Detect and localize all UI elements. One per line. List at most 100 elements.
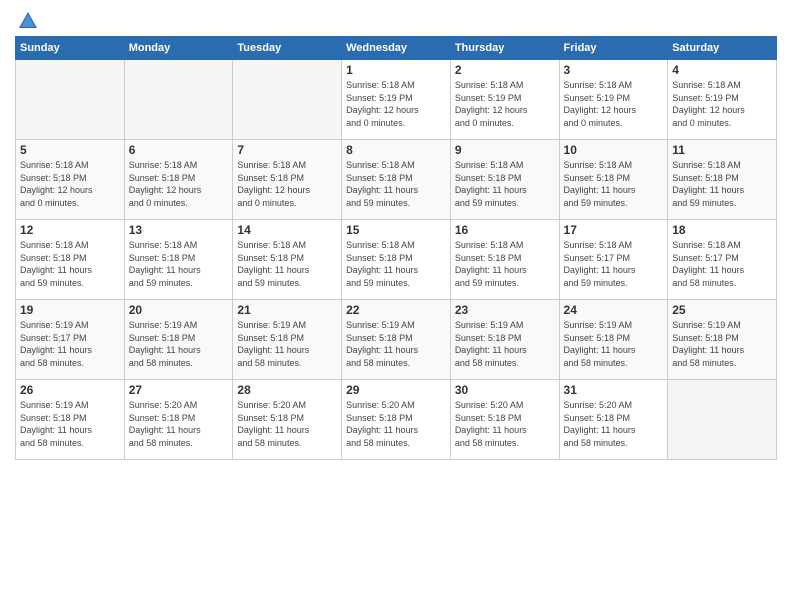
weekday-header: Saturday	[668, 37, 777, 60]
calendar-cell: 2 Sunrise: 5:18 AM Sunset: 5:19 PM Daylig…	[450, 60, 559, 140]
calendar-cell: 13 Sunrise: 5:18 AM Sunset: 5:18 PM Dayli…	[124, 220, 233, 300]
calendar-cell: 24 Sunrise: 5:19 AM Sunset: 5:18 PM Dayli…	[559, 300, 668, 380]
calendar-cell: 23 Sunrise: 5:19 AM Sunset: 5:18 PM Dayli…	[450, 300, 559, 380]
day-number: 28	[237, 383, 337, 397]
day-number: 1	[346, 63, 446, 77]
day-info: Sunrise: 5:18 AM Sunset: 5:19 PM Dayligh…	[672, 79, 772, 129]
calendar-cell: 4 Sunrise: 5:18 AM Sunset: 5:19 PM Daylig…	[668, 60, 777, 140]
calendar-cell: 14 Sunrise: 5:18 AM Sunset: 5:18 PM Dayli…	[233, 220, 342, 300]
day-number: 23	[455, 303, 555, 317]
logo-icon	[17, 10, 39, 32]
day-info: Sunrise: 5:19 AM Sunset: 5:18 PM Dayligh…	[346, 319, 446, 369]
day-info: Sunrise: 5:20 AM Sunset: 5:18 PM Dayligh…	[455, 399, 555, 449]
calendar-cell: 15 Sunrise: 5:18 AM Sunset: 5:18 PM Dayli…	[342, 220, 451, 300]
day-number: 20	[129, 303, 229, 317]
calendar-week-row: 5 Sunrise: 5:18 AM Sunset: 5:18 PM Daylig…	[16, 140, 777, 220]
calendar-cell: 10 Sunrise: 5:18 AM Sunset: 5:18 PM Dayli…	[559, 140, 668, 220]
day-number: 26	[20, 383, 120, 397]
calendar-cell: 16 Sunrise: 5:18 AM Sunset: 5:18 PM Dayli…	[450, 220, 559, 300]
calendar-cell: 8Sunrise: 5:18 AM Sunset: 5:18 PM Daylig…	[342, 140, 451, 220]
day-info: Sunrise: 5:18 AM Sunset: 5:18 PM Dayligh…	[129, 239, 229, 289]
calendar-cell: 6Sunrise: 5:18 AM Sunset: 5:18 PM Daylig…	[124, 140, 233, 220]
calendar-cell: 1 Sunrise: 5:18 AM Sunset: 5:19 PM Daylig…	[342, 60, 451, 140]
calendar-cell: 18 Sunrise: 5:18 AM Sunset: 5:17 PM Dayli…	[668, 220, 777, 300]
calendar-cell: 7Sunrise: 5:18 AM Sunset: 5:18 PM Daylig…	[233, 140, 342, 220]
calendar-cell: 31Sunrise: 5:20 AM Sunset: 5:18 PM Dayli…	[559, 380, 668, 460]
calendar-cell	[668, 380, 777, 460]
calendar-cell	[16, 60, 125, 140]
calendar-week-row: 1 Sunrise: 5:18 AM Sunset: 5:19 PM Daylig…	[16, 60, 777, 140]
day-number: 22	[346, 303, 446, 317]
day-info: Sunrise: 5:18 AM Sunset: 5:19 PM Dayligh…	[455, 79, 555, 129]
day-info: Sunrise: 5:19 AM Sunset: 5:17 PM Dayligh…	[20, 319, 120, 369]
calendar-cell: 9 Sunrise: 5:18 AM Sunset: 5:18 PM Daylig…	[450, 140, 559, 220]
day-info: Sunrise: 5:18 AM Sunset: 5:19 PM Dayligh…	[346, 79, 446, 129]
day-number: 29	[346, 383, 446, 397]
weekday-header: Tuesday	[233, 37, 342, 60]
calendar-cell: 25 Sunrise: 5:19 AM Sunset: 5:18 PM Dayli…	[668, 300, 777, 380]
day-number: 24	[564, 303, 664, 317]
page-container: SundayMondayTuesdayWednesdayThursdayFrid…	[0, 0, 792, 470]
calendar-week-row: 12 Sunrise: 5:18 AM Sunset: 5:18 PM Dayli…	[16, 220, 777, 300]
day-number: 3	[564, 63, 664, 77]
calendar-cell: 21 Sunrise: 5:19 AM Sunset: 5:18 PM Dayli…	[233, 300, 342, 380]
weekday-header: Friday	[559, 37, 668, 60]
day-number: 30	[455, 383, 555, 397]
day-number: 13	[129, 223, 229, 237]
day-number: 10	[564, 143, 664, 157]
day-number: 16	[455, 223, 555, 237]
day-number: 27	[129, 383, 229, 397]
calendar-cell: 29Sunrise: 5:20 AM Sunset: 5:18 PM Dayli…	[342, 380, 451, 460]
day-number: 7	[237, 143, 337, 157]
page-header	[15, 10, 777, 28]
calendar-cell: 20Sunrise: 5:19 AM Sunset: 5:18 PM Dayli…	[124, 300, 233, 380]
day-info: Sunrise: 5:20 AM Sunset: 5:18 PM Dayligh…	[564, 399, 664, 449]
day-number: 2	[455, 63, 555, 77]
day-info: Sunrise: 5:19 AM Sunset: 5:18 PM Dayligh…	[672, 319, 772, 369]
day-number: 25	[672, 303, 772, 317]
day-number: 18	[672, 223, 772, 237]
day-number: 19	[20, 303, 120, 317]
calendar-cell: 19 Sunrise: 5:19 AM Sunset: 5:17 PM Dayli…	[16, 300, 125, 380]
weekday-header-row: SundayMondayTuesdayWednesdayThursdayFrid…	[16, 37, 777, 60]
day-info: Sunrise: 5:19 AM Sunset: 5:18 PM Dayligh…	[237, 319, 337, 369]
calendar-cell: 5 Sunrise: 5:18 AM Sunset: 5:18 PM Daylig…	[16, 140, 125, 220]
day-info: Sunrise: 5:18 AM Sunset: 5:18 PM Dayligh…	[20, 159, 120, 209]
calendar-cell	[124, 60, 233, 140]
calendar-cell: 22 Sunrise: 5:19 AM Sunset: 5:18 PM Dayli…	[342, 300, 451, 380]
calendar-cell: 12 Sunrise: 5:18 AM Sunset: 5:18 PM Dayli…	[16, 220, 125, 300]
calendar-week-row: 19 Sunrise: 5:19 AM Sunset: 5:17 PM Dayli…	[16, 300, 777, 380]
day-info: Sunrise: 5:18 AM Sunset: 5:18 PM Dayligh…	[564, 159, 664, 209]
day-info: Sunrise: 5:18 AM Sunset: 5:18 PM Dayligh…	[20, 239, 120, 289]
weekday-header: Monday	[124, 37, 233, 60]
calendar-table: SundayMondayTuesdayWednesdayThursdayFrid…	[15, 36, 777, 460]
day-number: 5	[20, 143, 120, 157]
day-info: Sunrise: 5:20 AM Sunset: 5:18 PM Dayligh…	[129, 399, 229, 449]
day-info: Sunrise: 5:19 AM Sunset: 5:18 PM Dayligh…	[564, 319, 664, 369]
calendar-cell: 30 Sunrise: 5:20 AM Sunset: 5:18 PM Dayli…	[450, 380, 559, 460]
day-info: Sunrise: 5:18 AM Sunset: 5:18 PM Dayligh…	[346, 239, 446, 289]
weekday-header: Thursday	[450, 37, 559, 60]
day-number: 4	[672, 63, 772, 77]
day-number: 21	[237, 303, 337, 317]
day-info: Sunrise: 5:19 AM Sunset: 5:18 PM Dayligh…	[455, 319, 555, 369]
day-number: 15	[346, 223, 446, 237]
day-info: Sunrise: 5:18 AM Sunset: 5:18 PM Dayligh…	[237, 239, 337, 289]
day-info: Sunrise: 5:18 AM Sunset: 5:18 PM Dayligh…	[346, 159, 446, 209]
day-number: 14	[237, 223, 337, 237]
weekday-header: Wednesday	[342, 37, 451, 60]
day-info: Sunrise: 5:18 AM Sunset: 5:17 PM Dayligh…	[672, 239, 772, 289]
day-info: Sunrise: 5:19 AM Sunset: 5:18 PM Dayligh…	[20, 399, 120, 449]
day-info: Sunrise: 5:18 AM Sunset: 5:18 PM Dayligh…	[455, 159, 555, 209]
calendar-cell: 28Sunrise: 5:20 AM Sunset: 5:18 PM Dayli…	[233, 380, 342, 460]
day-number: 9	[455, 143, 555, 157]
day-number: 17	[564, 223, 664, 237]
weekday-header: Sunday	[16, 37, 125, 60]
day-number: 12	[20, 223, 120, 237]
calendar-cell: 17Sunrise: 5:18 AM Sunset: 5:17 PM Dayli…	[559, 220, 668, 300]
day-info: Sunrise: 5:18 AM Sunset: 5:18 PM Dayligh…	[455, 239, 555, 289]
calendar-cell: 11Sunrise: 5:18 AM Sunset: 5:18 PM Dayli…	[668, 140, 777, 220]
day-info: Sunrise: 5:18 AM Sunset: 5:18 PM Dayligh…	[672, 159, 772, 209]
calendar-cell: 3Sunrise: 5:18 AM Sunset: 5:19 PM Daylig…	[559, 60, 668, 140]
calendar-week-row: 26 Sunrise: 5:19 AM Sunset: 5:18 PM Dayli…	[16, 380, 777, 460]
